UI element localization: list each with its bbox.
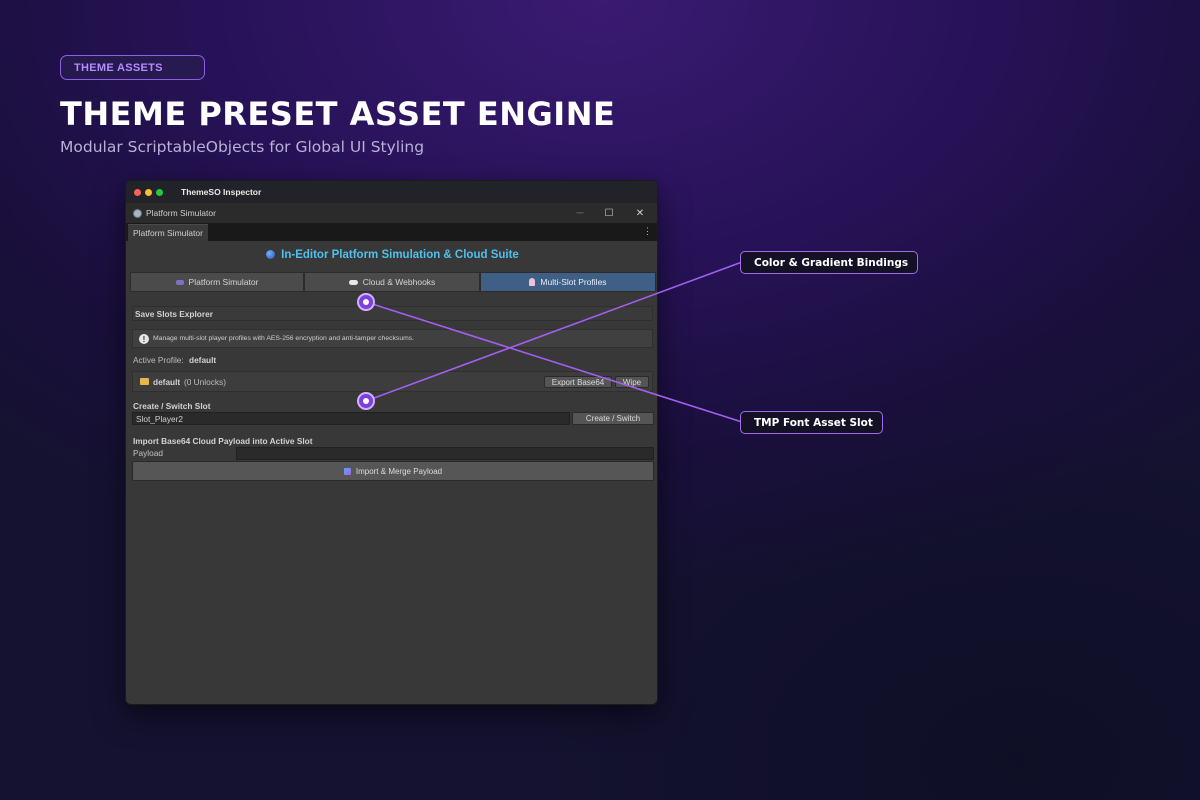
profile-unlocks: (0 Unlocks) (184, 377, 226, 387)
inspector-window: ThemeSO Inspector Platform Simulator ─ ☐… (125, 180, 658, 705)
profile-name: default (153, 377, 181, 387)
tab-platform-simulator[interactable]: Platform Simulator (128, 224, 208, 241)
import-icon (343, 467, 351, 475)
maximize-button[interactable]: ☐ (594, 203, 624, 223)
host-window-title: Platform Simulator (146, 208, 216, 218)
zoom-traffic-light[interactable] (156, 188, 163, 196)
globe-icon (266, 250, 276, 259)
active-profile-value: default (189, 355, 217, 365)
close-button[interactable]: ✕ (625, 203, 655, 223)
simulator-app-icon (133, 208, 142, 218)
profile-row: default (0 Unlocks) Export Base64 Wipe (132, 371, 653, 392)
import-button-label: Import & Merge Payload (355, 466, 443, 476)
page-title: THEME PRESET ASSET ENGINE (60, 95, 616, 133)
info-icon: ! (139, 334, 149, 344)
help-box: ! Manage multi-slot player profiles with… (132, 329, 653, 348)
segment-label: Multi-Slot Profiles (540, 277, 607, 287)
callout-color-gradient-bindings: Color & Gradient Bindings (740, 251, 919, 274)
tab-menu-icon[interactable]: ⋮ (643, 226, 652, 237)
save-slots-header: Save Slots Explorer (132, 306, 653, 321)
tab-multi-slot-profiles[interactable]: Multi-Slot Profiles (480, 272, 656, 292)
payload-input[interactable] (236, 447, 654, 460)
callout-tmp-font-asset-slot: TMP Font Asset Slot (740, 411, 883, 434)
page-subtitle: Modular ScriptableObjects for Global UI … (60, 138, 425, 156)
export-base64-button[interactable]: Export Base64 (544, 376, 612, 388)
suite-header-title: In-Editor Platform Simulation & Cloud Su… (281, 249, 519, 261)
wipe-button[interactable]: Wipe (615, 376, 649, 388)
cloud-icon (348, 279, 358, 285)
segment-label: Cloud & Webhooks (362, 277, 436, 287)
callout-label: TMP Font Asset Slot (754, 416, 873, 429)
create-switch-title: Create / Switch Slot (133, 401, 211, 411)
badge-label: THEME ASSETS (74, 61, 163, 74)
minimize-button[interactable]: ─ (565, 203, 595, 223)
close-traffic-light[interactable] (134, 188, 141, 196)
host-titlebar: Platform Simulator ─ ☐ ✕ (126, 203, 657, 223)
active-profile-label: Active Profile: (133, 355, 184, 365)
segment-label: Platform Simulator (188, 277, 259, 287)
folder-icon (140, 378, 149, 385)
tab-platform-simulator-segment[interactable]: Platform Simulator (130, 272, 304, 292)
minimize-traffic-light[interactable] (145, 188, 152, 196)
suite-header: In-Editor Platform Simulation & Cloud Su… (126, 249, 657, 261)
mac-titlebar: ThemeSO Inspector (126, 181, 657, 203)
window-title: ThemeSO Inspector (181, 187, 262, 197)
tab-cloud-webhooks[interactable]: Cloud & Webhooks (304, 272, 480, 292)
create-switch-button[interactable]: Create / Switch (572, 412, 654, 425)
import-merge-button[interactable]: Import & Merge Payload (132, 461, 654, 481)
import-title: Import Base64 Cloud Payload into Active … (133, 436, 313, 446)
section-badge: THEME ASSETS (60, 55, 205, 80)
slot-name-input[interactable]: Slot_Player2 (132, 412, 570, 425)
help-text: Manage multi-slot player profiles with A… (153, 335, 415, 342)
slot-name-value: Slot_Player2 (136, 413, 184, 424)
editor-tab-strip: Platform Simulator ⋮ (126, 223, 657, 241)
user-icon (529, 278, 536, 286)
save-slots-title: Save Slots Explorer (135, 309, 213, 319)
gamepad-icon (175, 279, 184, 285)
callout-label: Color & Gradient Bindings (754, 256, 909, 269)
payload-label: Payload (133, 448, 163, 458)
